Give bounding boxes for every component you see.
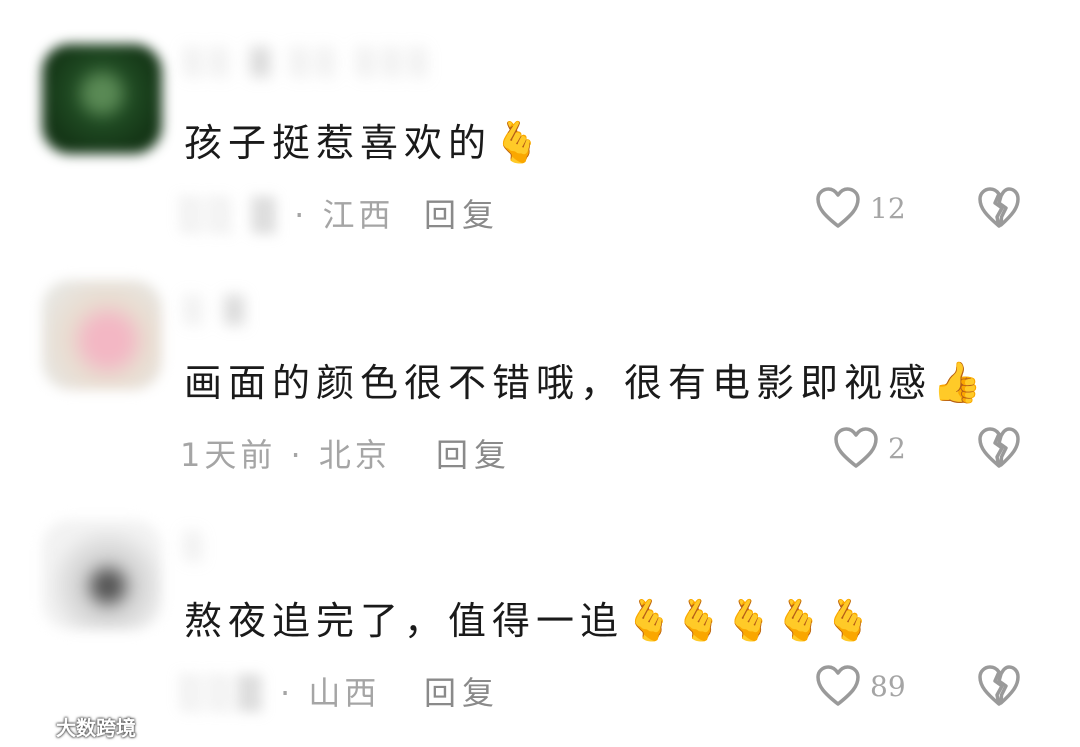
username[interactable]: ░ [184,532,210,562]
comment-time: ░░▒ [180,674,266,712]
username[interactable]: ░░ ▒ ░░ ░░░ [184,48,435,78]
finger-heart-emoji-icon: 🫰 [673,598,724,644]
finger-heart-emoji-icon: 🫰 [823,598,874,644]
comment-text-body: 画面的颜色很不错哦，很有电影即视感 [184,361,933,405]
thumbs-up-emoji-icon: 👍 [932,360,982,406]
like-button[interactable]: 89 [814,664,906,708]
dislike-button[interactable] [976,426,1022,470]
like-button[interactable]: 12 [814,186,906,230]
like-count: 89 [870,669,906,703]
comment-time: 1天前 [180,436,277,474]
watermark-text: 大数跨境 [56,716,136,740]
dislike-button[interactable] [976,186,1022,230]
finger-heart-emoji-icon: 🫰 [492,120,542,166]
heart-outline-icon [834,427,878,468]
heart-outline-icon [816,665,860,706]
comment-list: ░░ ▒ ░░ ░░░ 孩子挺惹喜欢的🫰 ░░ ▒ · 江西 回复 12 ░ ▒… [0,0,1080,747]
broken-heart-icon [978,187,1020,228]
watermark-logo-icon [6,718,48,735]
broken-heart-icon [978,665,1020,706]
dislike-button[interactable] [976,664,1022,708]
avatar[interactable] [42,280,162,390]
finger-heart-emoji-icon: 🫰 [723,598,774,644]
comment-text: 孩子挺惹喜欢的🫰 [184,112,542,167]
username[interactable]: ░ ▒ [184,296,250,326]
comment-text-body: 孩子挺惹喜欢的 [184,121,493,165]
watermark: 大数跨境 [6,712,136,741]
broken-heart-icon [978,427,1020,468]
comment-location: · 山西 [280,674,381,712]
like-count: 12 [870,191,906,225]
reply-button[interactable]: 回复 [436,430,512,476]
reply-button[interactable]: 回复 [424,668,500,714]
heart-outline-icon [816,187,860,228]
like-button[interactable]: 2 [832,426,906,470]
comment-location: · 北京 [290,436,391,474]
comment-time: ░░ ▒ [180,196,280,234]
comment-meta: ░░ ▒ · 江西 [180,190,395,236]
comment-text: 熬夜追完了，值得一追🫰🫰🫰🫰🫰 [184,590,873,645]
finger-heart-emoji-icon: 🫰 [624,598,674,644]
comment-text-body: 熬夜追完了，值得一追 [184,599,625,643]
avatar[interactable] [42,44,162,154]
finger-heart-emoji-icon: 🫰 [773,598,824,644]
comment-meta: 1天前 · 北京 [180,430,391,476]
avatar[interactable] [42,520,162,630]
like-count: 2 [888,431,906,465]
reply-button[interactable]: 回复 [424,190,500,236]
comment-meta: ░░▒ · 山西 [180,668,380,714]
comment-text: 画面的颜色很不错哦，很有电影即视感👍 [184,352,982,407]
comment-location: · 江西 [294,196,395,234]
